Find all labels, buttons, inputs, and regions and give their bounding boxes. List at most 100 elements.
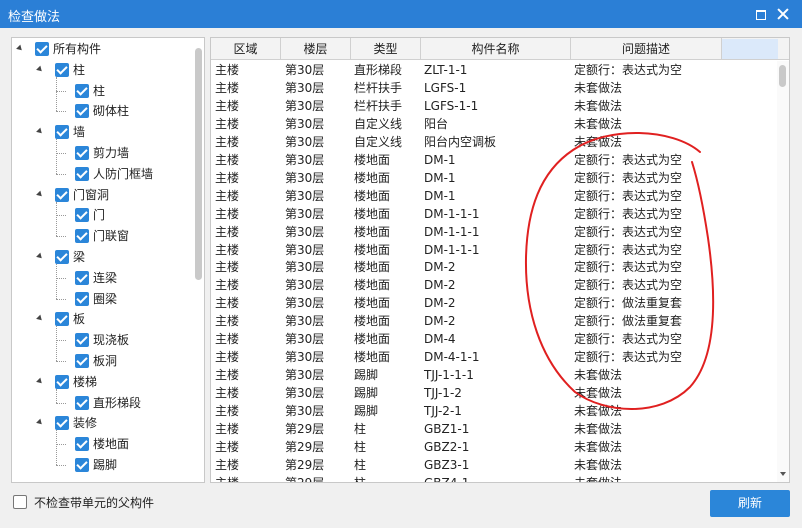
table-row[interactable]: 主楼 第30层 楼地面 DM-2 定额行：做法重复套 xyxy=(211,312,777,330)
tree-group-5[interactable]: 楼梯 xyxy=(12,372,192,392)
cell-region: 主楼 xyxy=(215,188,240,203)
table-row[interactable]: 主楼 第30层 楼地面 DM-1 定额行：表达式为空 xyxy=(211,151,777,169)
checkbox-checked-icon[interactable] xyxy=(75,333,89,348)
tree-item-3-1[interactable]: 圈梁 xyxy=(12,289,192,309)
table-row[interactable]: 主楼 第30层 楼地面 DM-1-1-1 定额行：表达式为空 xyxy=(211,241,777,259)
table-scrollbar[interactable] xyxy=(777,61,789,482)
checkbox-checked-icon[interactable] xyxy=(75,229,89,244)
checkbox-checked-icon[interactable] xyxy=(75,395,89,410)
table-row[interactable]: 主楼 第30层 楼地面 DM-1-1-1 定额行：表达式为空 xyxy=(211,205,777,223)
cell-floor: 第30层 xyxy=(285,170,325,185)
tree-group-1[interactable]: 墙 xyxy=(12,122,192,142)
tree-item-5-0[interactable]: 直形梯段 xyxy=(12,393,192,413)
table-row[interactable]: 主楼 第30层 楼地面 DM-1-1-1 定额行：表达式为空 xyxy=(211,223,777,241)
table-row[interactable]: 主楼 第30层 踢脚 TJJ-1-2 未套做法 xyxy=(211,384,777,402)
cell-floor: 第30层 xyxy=(285,152,325,167)
checkbox-checked-icon[interactable] xyxy=(75,83,89,98)
tree-item-1-1[interactable]: 人防门框墙 xyxy=(12,164,192,184)
checkbox-checked-icon[interactable] xyxy=(75,437,89,452)
tree-item-4-1[interactable]: 板洞 xyxy=(12,351,192,371)
tree-item-1-0[interactable]: 剪力墙 xyxy=(12,143,192,163)
expand-arrow-icon[interactable] xyxy=(36,377,44,386)
tree-group-2[interactable]: 门窗洞 xyxy=(12,185,192,205)
table-row[interactable]: 主楼 第30层 楼地面 DM-4 定额行：表达式为空 xyxy=(211,330,777,348)
column-header-issue[interactable]: 问题描述 xyxy=(571,38,722,60)
scroll-down-icon[interactable] xyxy=(780,472,786,476)
scroll-thumb[interactable] xyxy=(779,65,786,87)
checkbox-checked-icon[interactable] xyxy=(75,146,89,160)
checkbox-checked-icon[interactable] xyxy=(55,416,69,431)
table-row[interactable]: 主楼 第30层 踢脚 TJJ-1-1-1 未套做法 xyxy=(211,366,777,384)
tree-group-6[interactable]: 装修 xyxy=(12,413,192,433)
tree-item-6-0[interactable]: 楼地面 xyxy=(12,434,192,454)
expand-arrow-icon[interactable] xyxy=(36,65,44,74)
checkbox-checked-icon[interactable] xyxy=(75,458,89,472)
expand-arrow-icon[interactable] xyxy=(36,252,44,261)
table-row[interactable]: 主楼 第30层 楼地面 DM-1 定额行：表达式为空 xyxy=(211,187,777,205)
table-row[interactable]: 主楼 第29层 柱 GBZ1-1 未套做法 xyxy=(211,420,777,438)
cell-floor: 第29层 xyxy=(285,422,325,436)
tree-guide-line xyxy=(56,277,66,279)
tree-scrollbar[interactable] xyxy=(195,48,202,280)
expand-arrow-icon[interactable] xyxy=(36,315,44,323)
tree-group-0[interactable]: 柱 xyxy=(12,60,192,80)
table-row[interactable]: 主楼 第30层 踢脚 TJJ-2-1 未套做法 xyxy=(211,402,777,420)
table-row[interactable]: 主楼 第29层 柱 GBZ2-1 未套做法 xyxy=(211,438,777,456)
checkbox-checked-icon[interactable] xyxy=(75,354,89,368)
table-row[interactable]: 主楼 第30层 楼地面 DM-2 定额行：表达式为空 xyxy=(211,276,777,294)
checkbox-checked-icon[interactable] xyxy=(75,166,89,181)
expand-arrow-icon[interactable] xyxy=(36,419,44,427)
tree-item-4-0[interactable]: 现浇板 xyxy=(12,330,192,350)
tree-group-3[interactable]: 梁 xyxy=(12,247,192,267)
table-row[interactable]: 主楼 第29层 柱 GBZ4-1 未套做法 xyxy=(211,474,777,482)
checkbox-checked-icon[interactable] xyxy=(55,62,69,77)
column-header-component-name[interactable]: 构件名称 xyxy=(421,38,571,60)
tree-guide-line xyxy=(56,388,57,403)
checkbox-checked-icon[interactable] xyxy=(75,208,89,223)
cell-type: 楼地面 xyxy=(354,260,391,275)
checkbox-checked-icon[interactable] xyxy=(55,187,69,202)
table-row[interactable]: 主楼 第30层 楼地面 DM-1 定额行：表达式为空 xyxy=(211,169,777,187)
checkbox-checked-icon[interactable] xyxy=(75,291,89,306)
table-row[interactable]: 主楼 第30层 楼地面 DM-4-1-1 定额行：表达式为空 xyxy=(211,348,777,366)
tree-item-0-0[interactable]: 柱 xyxy=(12,81,192,101)
checkbox-checked-icon[interactable] xyxy=(55,312,69,327)
tree-item-2-1[interactable]: 门联窗 xyxy=(12,226,192,246)
checkbox-checked-icon[interactable] xyxy=(55,250,69,264)
checkbox-checked-icon[interactable] xyxy=(55,374,69,389)
checkbox-checked-icon[interactable] xyxy=(35,42,49,56)
tree-item-2-0[interactable]: 门 xyxy=(12,205,192,225)
tree-guide-line xyxy=(56,90,66,92)
column-header-region[interactable]: 区域 xyxy=(211,38,281,60)
expand-arrow-icon[interactable] xyxy=(16,44,24,53)
column-header-type[interactable]: 类型 xyxy=(351,38,421,60)
tree-item-0-1[interactable]: 砌体柱 xyxy=(12,101,192,121)
skip-parent-checkbox[interactable] xyxy=(13,495,27,509)
tree-item-root[interactable]: 所有构件 xyxy=(12,39,192,59)
checkbox-checked-icon[interactable] xyxy=(75,270,89,285)
table-row[interactable]: 主楼 第30层 栏杆扶手 LGFS-1 未套做法 xyxy=(211,79,777,97)
tree-item-3-0[interactable]: 连梁 xyxy=(12,268,192,288)
table-row[interactable]: 主楼 第30层 楼地面 DM-2 定额行：做法重复套 xyxy=(211,294,777,312)
cell-component-name: DM-1-1-1 xyxy=(424,242,480,257)
table-row[interactable]: 主楼 第30层 楼地面 DM-2 定额行：表达式为空 xyxy=(211,258,777,276)
close-icon[interactable] xyxy=(775,6,791,22)
table-row[interactable]: 主楼 第29层 柱 GBZ3-1 未套做法 xyxy=(211,456,777,474)
checkbox-checked-icon[interactable] xyxy=(75,104,89,119)
tree-item-6-1[interactable]: 踢脚 xyxy=(12,455,192,475)
table-row[interactable]: 主楼 第30层 直形梯段 ZLT-1-1 定额行：表达式为空 xyxy=(211,61,777,79)
maximize-icon[interactable] xyxy=(752,6,768,22)
table-row[interactable]: 主楼 第30层 自定义线 阳台 未套做法 xyxy=(211,115,777,133)
tree-group-4[interactable]: 板 xyxy=(12,309,192,329)
column-header-floor[interactable]: 楼层 xyxy=(281,38,351,60)
expand-arrow-icon[interactable] xyxy=(36,190,44,198)
cell-region: 主楼 xyxy=(215,422,240,436)
table-row[interactable]: 主楼 第30层 栏杆扶手 LGFS-1-1 未套做法 xyxy=(211,97,777,115)
cell-type: 柱 xyxy=(354,474,366,482)
cell-floor: 第30层 xyxy=(285,386,325,401)
checkbox-checked-icon[interactable] xyxy=(55,125,69,140)
table-row[interactable]: 主楼 第30层 自定义线 阳台内空调板 未套做法 xyxy=(211,133,777,151)
tree-guide-line xyxy=(56,139,57,174)
refresh-button[interactable]: 刷新 xyxy=(710,490,790,517)
expand-arrow-icon[interactable] xyxy=(36,127,44,136)
